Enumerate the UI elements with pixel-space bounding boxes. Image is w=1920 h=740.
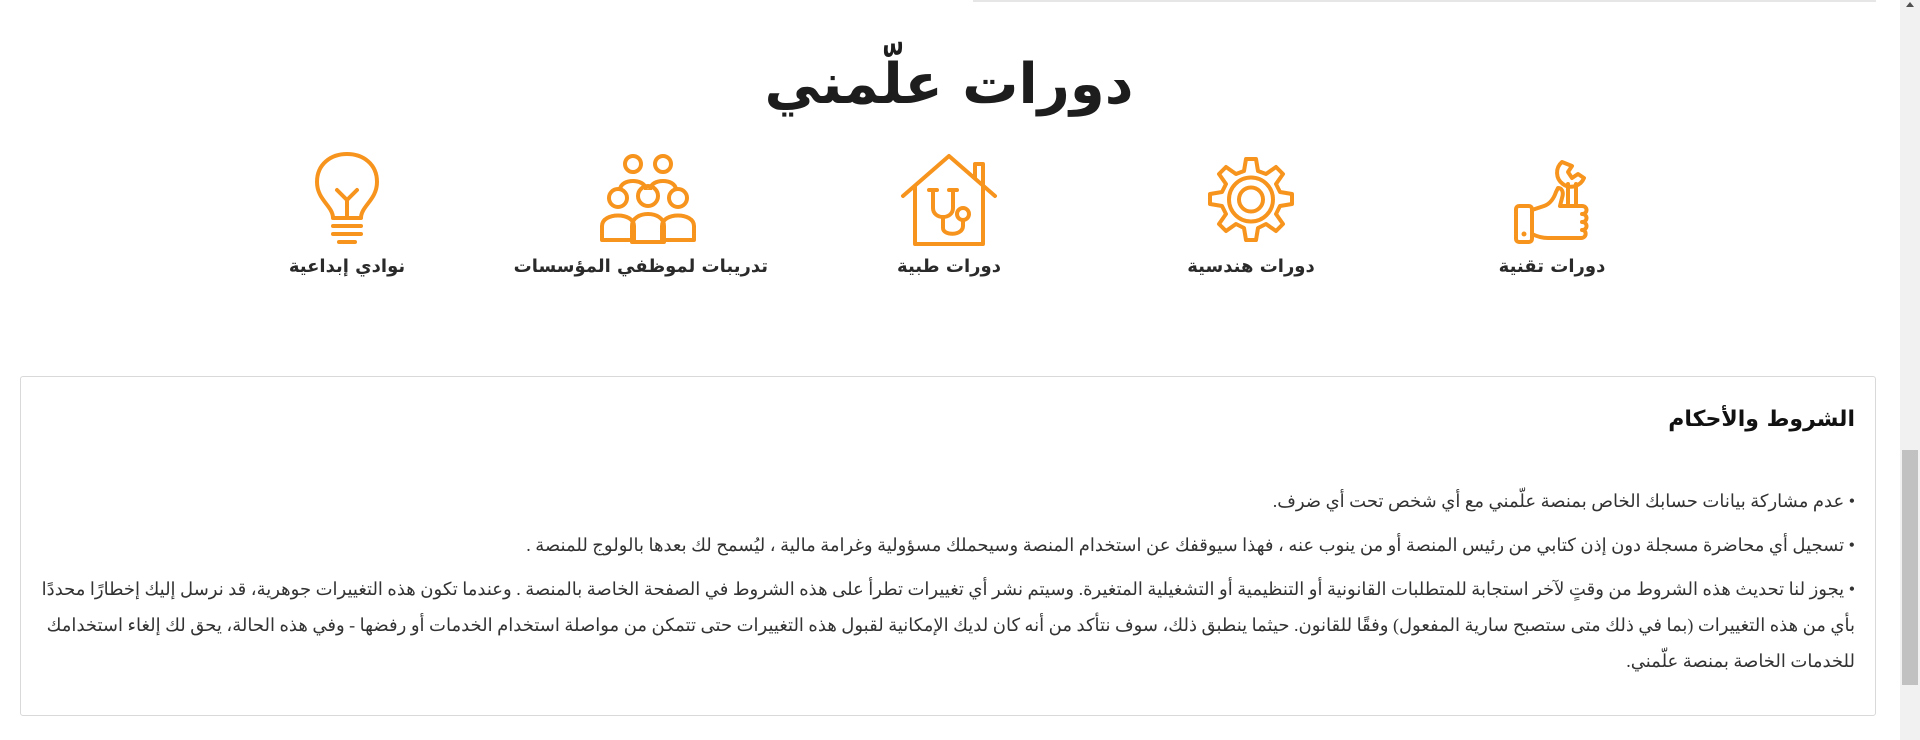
category-creative-clubs[interactable]: نوادي إبداعية [227,150,467,277]
category-medical-courses[interactable]: دورات طبية [829,150,1069,277]
page: دورات علّمني دورات تقنية دورات هندسية دو… [0,0,1920,740]
terms-list: • عدم مشاركة بيانات حسابك الخاص بمنصة عل… [41,483,1855,687]
terms-item: • تسجيل أي محاضرة مسجلة دون إذن كتابي من… [526,535,1855,555]
house-stethoscope-icon [901,154,997,246]
group-people-icon [600,154,696,244]
section-title: دورات علّمني [764,52,1134,117]
top-divider [973,0,1876,2]
wrench-thumbs-up-icon [1514,160,1589,244]
category-label: نوادي إبداعية [288,256,406,277]
page-scrollbar[interactable] [1900,0,1920,740]
terms-item: • عدم مشاركة بيانات حسابك الخاص بمنصة عل… [1272,491,1855,511]
terms-item: • يجوز لنا تحديث هذه الشروط من وقتٍ لآخر… [41,579,1855,671]
terms-panel: الشروط والأحكام • عدم مشاركة بيانات حساب… [20,376,1876,716]
scrollbar-thumb[interactable] [1902,450,1918,685]
category-engineering-courses[interactable]: دورات هندسية [1131,150,1371,277]
terms-title: الشروط والأحكام [1668,407,1855,432]
scroll-up-arrow-icon[interactable] [1906,2,1914,7]
category-technical-courses[interactable]: دورات تقنية [1432,150,1672,277]
category-label: دورات هندسية [1187,256,1315,277]
lightbulb-icon [315,152,379,244]
gear-icon [1208,157,1294,242]
category-corporate-training[interactable]: تدريبات لموظفي المؤسسات [513,150,768,277]
category-label: تدريبات لموظفي المؤسسات [513,256,768,277]
category-label: دورات طبية [897,256,1001,277]
category-label: دورات تقنية [1498,256,1606,277]
